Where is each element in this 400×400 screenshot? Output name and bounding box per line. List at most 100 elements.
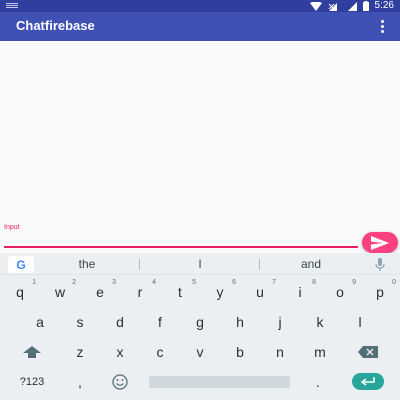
backspace-icon (358, 346, 378, 358)
key-o-hint: 9 (352, 279, 356, 286)
key-b-label: b (236, 344, 244, 360)
key-o-label: o (336, 284, 344, 300)
google-icon[interactable]: G (8, 256, 34, 273)
key-i-label: i (298, 284, 302, 300)
comma-key[interactable]: , (62, 369, 98, 395)
key-y-hint: 6 (232, 279, 236, 286)
shift-key[interactable] (12, 339, 52, 365)
key-h-label: h (236, 314, 244, 330)
key-e[interactable]: 3e (80, 279, 120, 305)
key-u[interactable]: 7u (240, 279, 280, 305)
key-u-hint: 7 (272, 279, 276, 286)
suggestion-3[interactable]: and (286, 257, 336, 271)
key-d[interactable]: d (100, 309, 140, 335)
key-p-hint: 0 (392, 279, 396, 286)
key-a[interactable]: a (20, 309, 60, 335)
input-label: Input (4, 224, 20, 231)
period-key-label: . (316, 374, 320, 390)
key-w[interactable]: 2w (40, 279, 80, 305)
period-key[interactable]: . (298, 369, 338, 395)
key-t-label: t (178, 284, 182, 300)
key-z-label: z (76, 344, 84, 360)
key-o[interactable]: 9o (320, 279, 360, 305)
battery-icon (362, 1, 369, 11)
key-j-label: j (278, 314, 282, 330)
signal-icon (328, 2, 337, 11)
key-r-hint: 4 (152, 279, 156, 286)
key-s[interactable]: s (60, 309, 100, 335)
key-a-label: a (36, 314, 44, 330)
key-p-label: p (376, 284, 384, 300)
suggestion-divider (259, 259, 260, 270)
key-q-label: q (16, 284, 24, 300)
suggestion-divider (139, 259, 140, 270)
enter-key[interactable] (352, 373, 384, 390)
key-v-label: v (196, 344, 204, 360)
key-d-label: d (116, 314, 124, 330)
key-s-label: s (76, 314, 84, 330)
key-c-label: c (156, 344, 164, 360)
key-r[interactable]: 4r (120, 279, 160, 305)
emoji-icon (112, 374, 128, 390)
key-e-label: e (96, 284, 104, 300)
emoji-key[interactable] (102, 369, 138, 395)
key-q-hint: 1 (32, 279, 36, 286)
key-l[interactable]: l (340, 309, 380, 335)
symbols-key-label: ?123 (19, 376, 45, 388)
key-p[interactable]: 0p (360, 279, 400, 305)
key-i-hint: 8 (312, 279, 316, 286)
key-z[interactable]: z (60, 339, 100, 365)
mic-icon[interactable] (374, 258, 386, 271)
key-y[interactable]: 6y (200, 279, 240, 305)
key-c[interactable]: c (140, 339, 180, 365)
symbols-key[interactable]: ?123 (8, 369, 56, 395)
key-n-label: n (276, 344, 284, 360)
key-g-label: g (196, 314, 204, 330)
status-time: 5:26 (374, 0, 394, 11)
key-r-label: r (137, 284, 143, 300)
signal-strength-icon (347, 1, 357, 11)
key-x[interactable]: x (100, 339, 140, 365)
notification-icon (6, 3, 18, 8)
key-e-hint: 3 (112, 279, 116, 286)
key-f[interactable]: f (140, 309, 180, 335)
key-b[interactable]: b (220, 339, 260, 365)
backspace-key[interactable] (348, 339, 388, 365)
key-m[interactable]: m (300, 339, 340, 365)
key-u-label: u (256, 284, 264, 300)
shift-icon (23, 346, 41, 358)
message-input[interactable] (4, 232, 358, 246)
suggestion-2[interactable]: I (185, 257, 215, 271)
space-key[interactable] (149, 376, 290, 388)
key-k[interactable]: k (300, 309, 340, 335)
key-t[interactable]: 5t (160, 279, 200, 305)
send-button[interactable] (362, 232, 398, 253)
input-underline (4, 246, 358, 248)
status-bar: 5:26 (0, 0, 400, 12)
app-title: Chatfirebase (16, 18, 95, 33)
key-h[interactable]: h (220, 309, 260, 335)
key-w-label: w (54, 284, 66, 300)
suggestion-bar: G the I and (0, 253, 400, 275)
wifi-icon (309, 1, 322, 11)
key-j[interactable]: j (260, 309, 300, 335)
key-i[interactable]: 8i (280, 279, 320, 305)
overflow-menu-icon[interactable] (378, 18, 386, 34)
key-y-label: y (216, 284, 224, 300)
app-bar: Chatfirebase (0, 12, 400, 41)
chat-screen: 5:26 Chatfirebase Input G the I and 1 q … (0, 0, 400, 400)
enter-icon (360, 376, 375, 386)
key-w-hint: 2 (72, 279, 76, 286)
key-t-hint: 5 (192, 279, 196, 286)
message-list[interactable] (0, 41, 400, 221)
key-v[interactable]: v (180, 339, 220, 365)
key-k-label: k (316, 314, 324, 330)
key-m-label: m (314, 344, 326, 360)
key-q[interactable]: 1q (0, 279, 40, 305)
comma-key-label: , (78, 374, 82, 390)
key-x-label: x (116, 344, 124, 360)
send-icon (371, 235, 389, 250)
key-g[interactable]: g (180, 309, 220, 335)
key-n[interactable]: n (260, 339, 300, 365)
suggestion-1[interactable]: the (62, 257, 112, 271)
